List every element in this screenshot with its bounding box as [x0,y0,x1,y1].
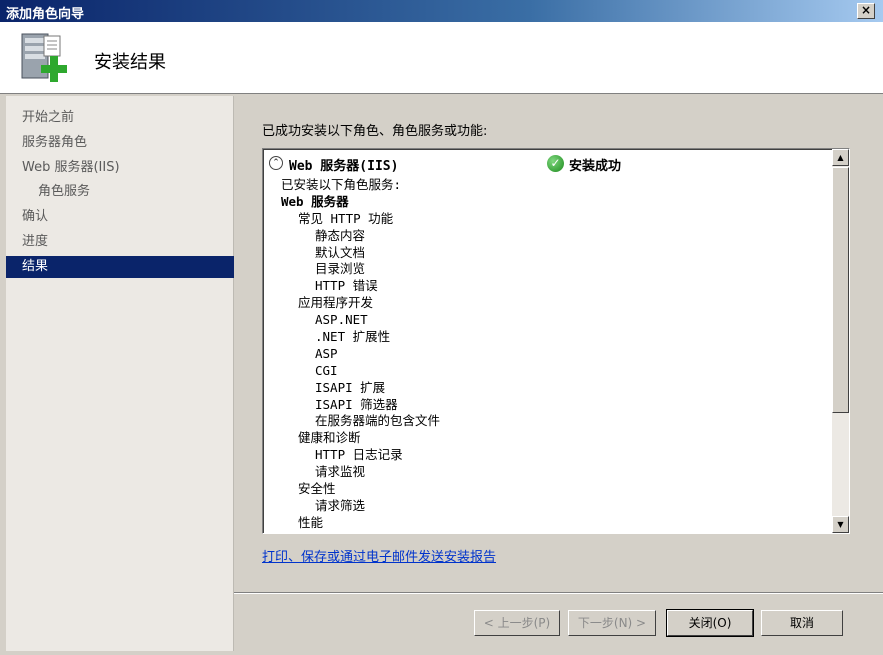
installed-item: 健康和诊断 [298,430,361,446]
installed-item: 默认文档 [315,244,366,260]
sidebar-item-before-you-begin[interactable]: 开始之前 [6,107,234,129]
sidebar-item-results[interactable]: 结果 [6,256,234,278]
installed-item: 应用程序开发 [298,295,374,311]
installed-item: 安全性 [298,481,336,497]
scroll-thumb[interactable] [832,167,849,413]
cancel-button[interactable]: 取消 [761,610,843,636]
installed-item: ISAPI 筛选器 [315,396,398,412]
installed-item: 请求筛选 [315,497,366,513]
installed-item: ASP.NET [315,312,368,328]
installed-item: HTTP 错误 [315,278,378,294]
scroll-up-icon[interactable]: ▲ [832,149,849,166]
installed-item: 目录浏览 [315,261,366,277]
sidebar-item-server-roles[interactable]: 服务器角色 [6,132,234,154]
page-title: 安装结果 [94,52,166,73]
sidebar-item-role-services[interactable]: 角色服务 [6,181,234,203]
result-header: ⌃ Web 服务器(IIS) ✓ 安装成功 [269,155,829,174]
title-bar: 添加角色向导 × [0,0,883,22]
installed-item: 常见 HTTP 功能 [298,210,394,226]
installed-item: 请求监视 [315,464,366,480]
divider [234,592,883,594]
close-button[interactable]: 关闭(O) [666,609,754,637]
server-add-icon [21,33,67,82]
sidebar-item-web-server[interactable]: Web 服务器(IIS) [6,157,234,179]
intro-text: 已成功安装以下角色、角色服务或功能: [262,124,488,139]
role-name: Web 服务器(IIS) [289,159,399,174]
vertical-scrollbar[interactable]: ▲ ▼ [832,149,849,533]
installed-services-list: 已安装以下角色服务: Web 服务器 常见 HTTP 功能 静态内容 默认文档 目录浏览 H… [263,177,829,532]
scroll-down-icon[interactable]: ▼ [832,516,849,533]
installed-item: Web 服务器 [281,193,349,209]
window-title: 添加角色向导 [6,7,85,22]
install-status: 安装成功 [569,159,622,174]
install-report-link[interactable]: 打印、保存或通过电子邮件发送安装报告 [262,546,496,565]
installed-item: 性能 [298,514,324,530]
sidebar-item-progress[interactable]: 进度 [6,231,234,253]
installed-item: ISAPI 扩展 [315,379,386,395]
wizard-steps: 开始之前 服务器角色 Web 服务器(IIS) 角色服务 确认 进度 结果 [6,96,234,651]
installed-item: HTTP 日志记录 [315,447,403,463]
result-panel[interactable]: ⌃ Web 服务器(IIS) ✓ 安装成功 已安装以下角色服务: Web 服务器常… [262,148,850,534]
next-button[interactable]: 下一步(N) > [568,610,656,636]
installed-item: 已安装以下角色服务: [281,177,402,192]
sidebar-item-confirm[interactable]: 确认 [6,206,234,228]
installed-item: CGI [315,362,338,378]
installed-item: ASP [315,345,338,361]
installed-item: 静态内容 [315,227,366,243]
previous-button[interactable]: < 上一步(P) [474,610,560,636]
success-check-icon: ✓ [547,155,564,172]
installed-item: 在服务器端的包含文件 [315,413,441,429]
installed-item: .NET 扩展性 [315,329,391,345]
main-content: 已成功安装以下角色、角色服务或功能: ⌃ Web 服务器(IIS) ✓ 安装成功… [234,96,883,655]
close-icon[interactable]: × [857,3,875,19]
wizard-header: 安装结果 [0,22,883,94]
collapse-icon[interactable]: ⌃ [269,156,283,170]
